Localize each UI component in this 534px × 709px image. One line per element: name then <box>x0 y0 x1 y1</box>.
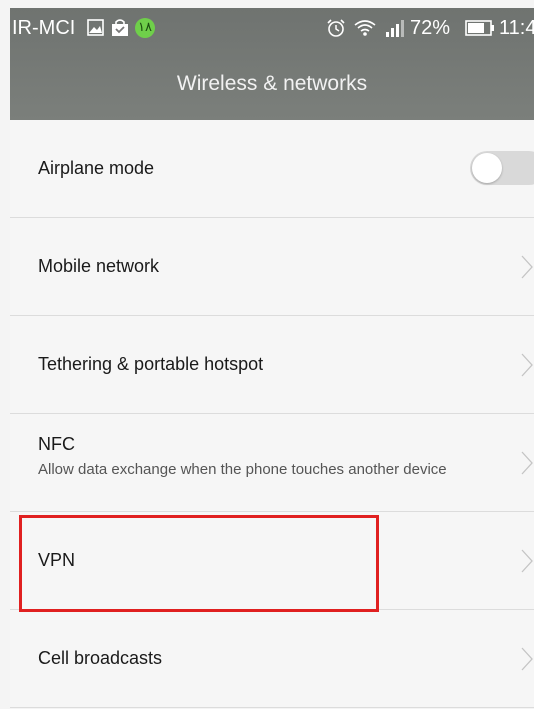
mobile-network-label: Mobile network <box>38 256 160 276</box>
page-title: Wireless & networks <box>176 72 368 95</box>
battery-icon <box>465 20 494 36</box>
tethering-hotspot-label: Tethering & portable hotspot <box>38 354 264 374</box>
nfc-row[interactable]: NFC Allow data exchange when the phone t… <box>10 414 534 512</box>
battery-percent: 72% <box>410 17 451 39</box>
chevron-right-icon <box>521 255 533 279</box>
wifi-icon <box>354 20 376 36</box>
status-bar: IR-MCI ۱۸ 72% 11:4 <box>10 8 534 48</box>
shopping-bag-icon <box>112 19 128 36</box>
airplane-mode-toggle[interactable] <box>470 151 534 185</box>
signal-icon <box>386 20 404 37</box>
settings-list: Airplane mode Mobile network Tethering &… <box>10 120 534 708</box>
image-icon <box>87 19 104 36</box>
alarm-icon <box>327 19 345 37</box>
toggle-knob <box>472 153 502 183</box>
cell-broadcasts-row[interactable]: Cell broadcasts <box>10 610 534 708</box>
vpn-label: VPN <box>38 550 76 570</box>
chevron-right-icon <box>521 451 533 475</box>
notification-badge-count: ۱۸ <box>138 19 152 34</box>
chevron-right-icon <box>521 647 533 671</box>
vpn-row[interactable]: VPN <box>10 512 534 610</box>
carrier-label: IR-MCI <box>12 17 76 39</box>
chevron-right-icon <box>521 549 533 573</box>
mobile-network-row[interactable]: Mobile network <box>10 218 534 316</box>
airplane-mode-label: Airplane mode <box>38 158 155 178</box>
nfc-description: Allow data exchange when the phone touch… <box>38 461 447 478</box>
cell-broadcasts-label: Cell broadcasts <box>38 648 163 668</box>
nfc-label: NFC <box>38 434 75 454</box>
tethering-hotspot-row[interactable]: Tethering & portable hotspot <box>10 316 534 414</box>
chevron-right-icon <box>521 353 533 377</box>
app-header: IR-MCI ۱۸ 72% 11:4 Wireless & networks <box>10 8 534 120</box>
clock: 11:4 <box>499 17 534 39</box>
airplane-mode-row[interactable]: Airplane mode <box>10 120 534 218</box>
